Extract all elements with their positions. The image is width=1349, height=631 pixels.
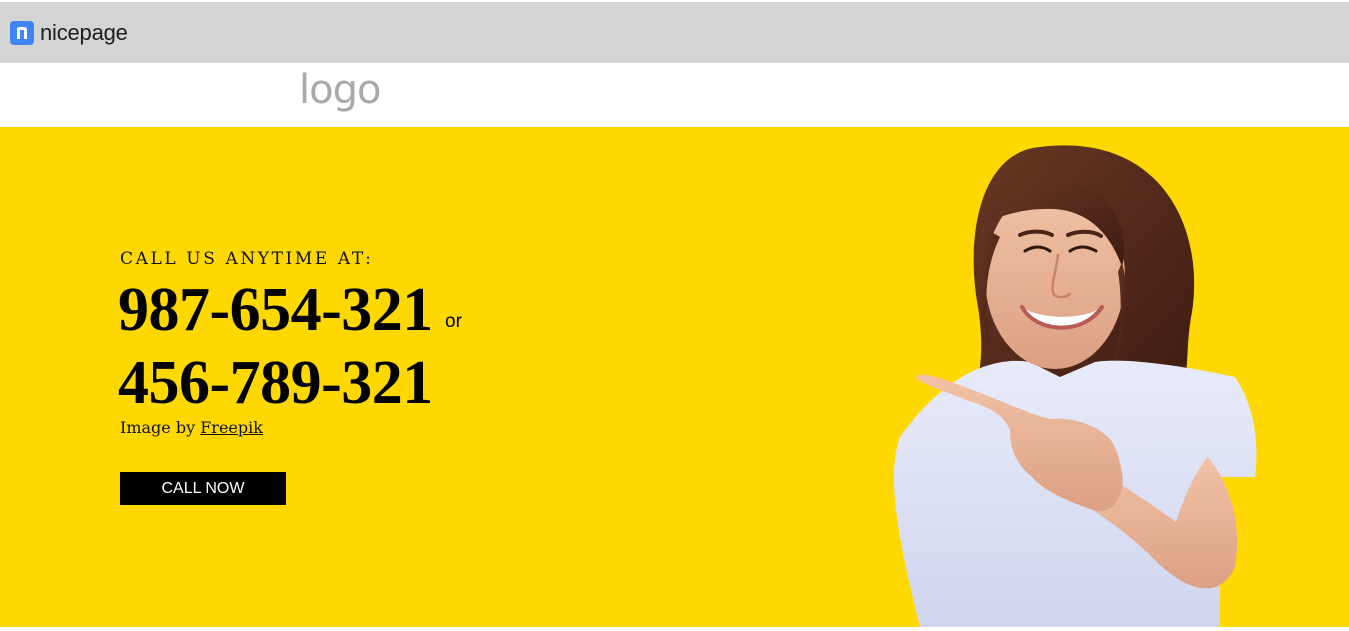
site-logo[interactable]: logo [299, 67, 381, 113]
image-credit: Image by Freepik [120, 418, 263, 437]
nicepage-n-icon [10, 21, 34, 45]
hero-section: CALL US ANYTIME AT: 987-654-321 or 456-7… [0, 127, 1349, 627]
builder-top-bar: nicepage [0, 2, 1349, 63]
phone-number-primary: 987-654-321 [118, 276, 433, 344]
call-now-button[interactable]: CALL NOW [120, 472, 286, 505]
site-header: logo [0, 63, 1349, 127]
page-bottom-strip [0, 627, 1349, 631]
image-credit-prefix: Image by [120, 418, 196, 437]
woman-pointing-photo [893, 145, 1257, 627]
nicepage-brand[interactable]: nicepage [10, 20, 128, 45]
brand-name: nicepage [40, 20, 128, 45]
freepik-link[interactable]: Freepik [200, 418, 263, 437]
phone-number-secondary: 456-789-321 [118, 349, 433, 417]
call-us-heading: CALL US ANYTIME AT: [120, 249, 374, 269]
or-separator: or [445, 311, 462, 332]
